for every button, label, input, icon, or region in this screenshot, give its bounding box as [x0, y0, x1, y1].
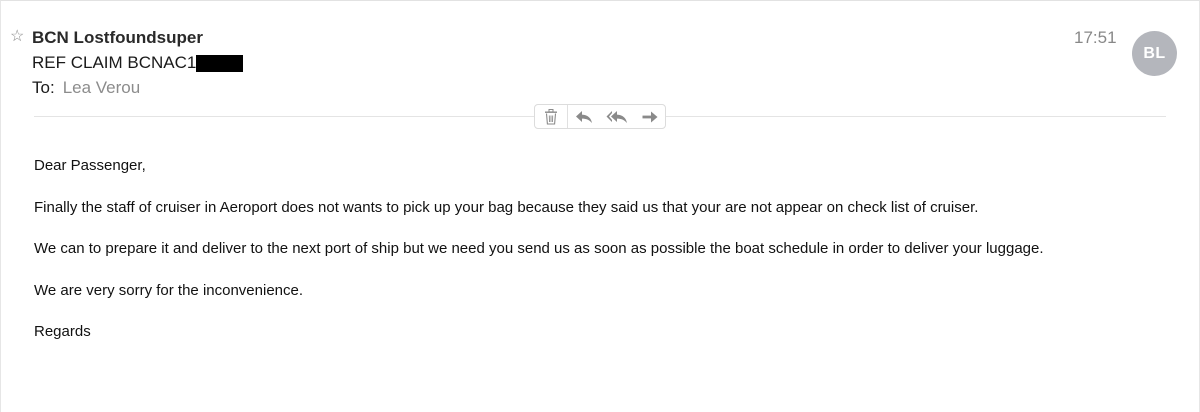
body-paragraph: We can to prepare it and deliver to the … — [34, 240, 1044, 257]
message-toolbar — [534, 104, 666, 129]
avatar-initials: BL — [1143, 44, 1166, 62]
signoff-text: Regards — [34, 323, 91, 340]
greeting-text: Dear Passenger, — [34, 157, 146, 174]
email-view: ☆ BCN Lostfoundsuper REF CLAIM BCNAC1 To… — [0, 0, 1200, 412]
body-paragraph: Finally the staff of cruiser in Aeroport… — [34, 199, 979, 216]
received-time: 17:51 — [1074, 28, 1117, 47]
star-icon[interactable]: ☆ — [10, 28, 24, 46]
sender-name: BCN Lostfoundsuper — [32, 28, 203, 47]
to-label: To: — [32, 78, 55, 97]
reply-all-button[interactable] — [600, 105, 634, 128]
body-paragraph: We are very sorry for the inconvenience. — [34, 282, 304, 299]
email-subject: REF CLAIM BCNAC1 — [32, 53, 197, 72]
recipient-row: To: Lea Verou — [32, 78, 140, 98]
subject-line: REF CLAIM BCNAC1 — [32, 53, 244, 73]
reply-button[interactable] — [568, 105, 600, 128]
delete-button[interactable] — [535, 105, 568, 128]
avatar: BL — [1132, 31, 1177, 76]
trash-icon — [544, 108, 558, 125]
recipient-name[interactable]: Lea Verou — [63, 78, 141, 97]
redaction-bar — [196, 54, 244, 72]
reply-icon — [575, 110, 593, 124]
forward-icon — [642, 111, 658, 123]
forward-button[interactable] — [634, 105, 665, 128]
reply-all-icon — [606, 110, 628, 124]
